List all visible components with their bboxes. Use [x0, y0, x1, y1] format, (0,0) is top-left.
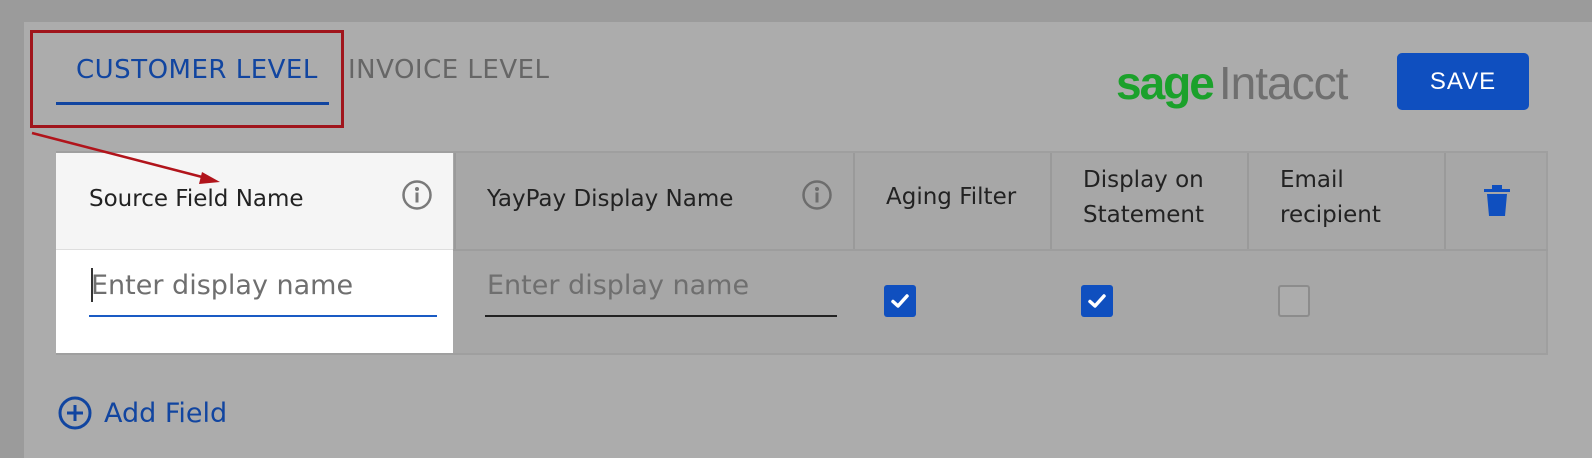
column-divider	[1247, 153, 1249, 249]
add-field-button[interactable]: Add Field	[58, 394, 227, 432]
tab-invoice-level[interactable]: INVOICE LEVEL	[348, 54, 550, 86]
input-underline	[485, 315, 837, 317]
input-focus-underline	[89, 315, 437, 317]
column-divider	[1444, 153, 1446, 249]
column-header-yaypay-display-name: YayPay Display Name	[487, 186, 734, 212]
column-header-line: Email	[1280, 167, 1344, 193]
logo-product: Intacct	[1218, 57, 1349, 109]
column-divider	[454, 153, 456, 249]
column-header-email-recipient: Email recipient	[1280, 163, 1381, 233]
trash-icon[interactable]	[1484, 184, 1510, 216]
logo-brand: sage	[1116, 57, 1215, 109]
save-button[interactable]: SAVE	[1397, 53, 1529, 110]
column-header-line: Statement	[1083, 202, 1205, 228]
source-field-name-input[interactable]: Enter display name	[89, 263, 437, 309]
add-field-label: Add Field	[104, 397, 228, 429]
annotation-highlight-box	[30, 30, 344, 128]
yaypay-display-name-input[interactable]: Enter display name	[485, 263, 837, 309]
info-icon[interactable]	[402, 180, 432, 210]
column-header-line: Display on	[1083, 167, 1204, 193]
column-header-aging-filter: Aging Filter	[886, 184, 1017, 210]
plus-circle-icon	[58, 396, 92, 430]
display-on-statement-checkbox[interactable]	[1081, 285, 1113, 317]
column-header-line: recipient	[1280, 202, 1381, 228]
page: CUSTOMER LEVEL INVOICE LEVEL sage Intacct…	[0, 0, 1592, 458]
column-divider	[853, 153, 855, 249]
column-header-display-on-statement: Display on Statement	[1083, 163, 1204, 233]
check-icon	[891, 294, 909, 308]
column-header-source-field-name: Source Field Name	[89, 186, 304, 212]
column-divider	[1050, 153, 1052, 249]
email-recipient-checkbox[interactable]	[1278, 285, 1310, 317]
info-icon[interactable]	[802, 180, 832, 210]
text-caret	[91, 268, 93, 302]
sage-intacct-logo: sage Intacct	[1116, 56, 1349, 109]
aging-filter-checkbox[interactable]	[884, 285, 916, 317]
check-icon	[1088, 294, 1106, 308]
